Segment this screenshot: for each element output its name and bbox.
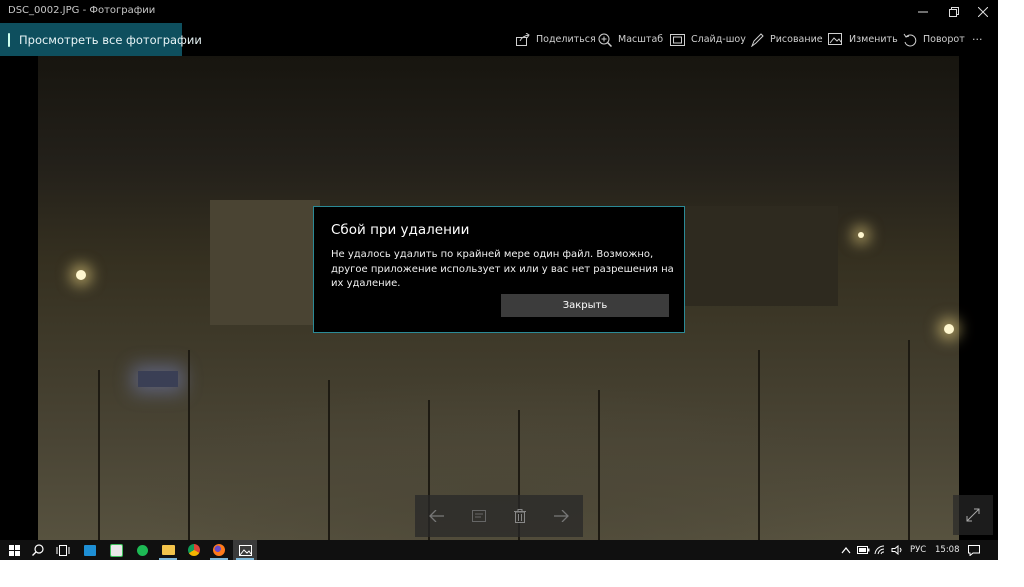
- tree: [328, 380, 330, 540]
- rotate-button[interactable]: Поворот: [903, 23, 965, 56]
- more-icon: ···: [972, 33, 983, 46]
- store-icon: [84, 544, 96, 556]
- taskbar-file-explorer[interactable]: [156, 540, 180, 560]
- zoom-icon: [598, 33, 612, 47]
- draw-button[interactable]: Рисование: [750, 23, 823, 56]
- photos-app-icon: [238, 544, 252, 556]
- close-window-button[interactable]: [968, 0, 998, 23]
- notifications-button[interactable]: [968, 540, 980, 560]
- expand-icon: [966, 508, 980, 522]
- firefox-icon: [213, 544, 225, 556]
- battery-indicator[interactable]: [857, 540, 870, 560]
- building-right: [678, 206, 838, 306]
- edit-image-icon: [828, 33, 842, 45]
- photos-window: DSC_0002.JPG - Фотографии Просмотреть вс…: [0, 0, 998, 540]
- photo-nav-bar: [415, 495, 583, 537]
- taskbar-chrome[interactable]: [182, 540, 206, 560]
- chrome-icon: [188, 544, 200, 556]
- search-button[interactable]: [26, 540, 50, 560]
- battery-icon: [857, 546, 870, 554]
- view-all-label: Просмотреть все фотографии: [19, 32, 202, 47]
- zoom-label: Масштаб: [618, 34, 664, 45]
- draw-label: Рисование: [770, 34, 823, 45]
- pen-icon: [751, 32, 764, 47]
- title-bar: DSC_0002.JPG - Фотографии: [0, 0, 998, 23]
- delete-icon[interactable]: [513, 509, 526, 523]
- taskbar-firefox[interactable]: [207, 540, 231, 560]
- show-hidden-icons[interactable]: [841, 540, 851, 560]
- taskbar-whatsapp[interactable]: [104, 540, 128, 560]
- rotate-label: Поворот: [923, 34, 965, 45]
- minimize-button[interactable]: [908, 0, 938, 23]
- bus-stop: [138, 371, 178, 387]
- next-arrow-icon[interactable]: [553, 510, 570, 522]
- slideshow-icon: [670, 33, 685, 46]
- tree: [758, 350, 760, 540]
- street-light: [944, 324, 954, 334]
- wifi-indicator[interactable]: [874, 540, 887, 560]
- street-light: [858, 232, 864, 238]
- share-label: Поделиться: [536, 34, 596, 45]
- taskbar-spotify[interactable]: [130, 540, 154, 560]
- action-center-icon: [968, 544, 980, 556]
- minimize-icon: [918, 11, 928, 12]
- task-view-icon: [56, 544, 70, 556]
- wifi-icon: [874, 545, 885, 555]
- edit-button[interactable]: Изменить: [828, 23, 898, 56]
- slideshow-label: Слайд-шоу: [691, 34, 746, 45]
- tree: [908, 340, 910, 540]
- tree: [188, 350, 190, 540]
- dialog-title: Сбой при удалении: [331, 222, 470, 238]
- dialog-message: Не удалось удалить по крайней мере один …: [331, 249, 674, 289]
- dialog-close-button[interactable]: Закрыть: [501, 294, 669, 317]
- app-toolbar: Просмотреть все фотографии Поделиться Ма…: [0, 23, 998, 56]
- edit-label: Изменить: [849, 34, 898, 45]
- share-icon: [516, 33, 530, 46]
- speaker-icon: [891, 545, 902, 555]
- info-icon[interactable]: [472, 510, 487, 522]
- street-light: [76, 270, 86, 280]
- task-view-button[interactable]: [51, 540, 75, 560]
- fullscreen-button[interactable]: [953, 495, 993, 535]
- tree: [98, 370, 100, 540]
- language-indicator[interactable]: РУС: [910, 540, 926, 560]
- start-button[interactable]: [2, 540, 26, 560]
- taskbar: РУС 15:08: [0, 540, 998, 560]
- spotify-icon: [136, 544, 148, 556]
- chevron-up-icon: [841, 546, 851, 553]
- close-icon: [978, 6, 988, 17]
- search-icon: [32, 544, 44, 556]
- tree: [598, 390, 600, 540]
- whatsapp-icon: [109, 543, 123, 557]
- previous-arrow-icon[interactable]: [428, 510, 445, 522]
- photo-icon: [8, 32, 10, 47]
- slideshow-button[interactable]: Слайд-шоу: [670, 23, 746, 56]
- delete-error-dialog: Сбой при удалении Не удалось удалить по …: [313, 206, 685, 333]
- clock[interactable]: 15:08: [935, 540, 960, 560]
- taskbar-store[interactable]: [78, 540, 102, 560]
- more-options-button[interactable]: ···: [972, 23, 983, 56]
- rotate-icon: [903, 33, 917, 46]
- window-title: DSC_0002.JPG - Фотографии: [8, 5, 156, 16]
- view-all-photos-button[interactable]: Просмотреть все фотографии: [0, 23, 202, 56]
- folder-icon: [161, 545, 175, 555]
- building-left: [210, 200, 320, 325]
- maximize-button[interactable]: [939, 0, 969, 23]
- share-button[interactable]: Поделиться: [516, 23, 596, 56]
- taskbar-photos[interactable]: [233, 540, 257, 560]
- zoom-button[interactable]: Масштаб: [598, 23, 663, 56]
- volume-indicator[interactable]: [891, 540, 903, 560]
- restore-icon: [949, 6, 959, 17]
- windows-logo-icon: [8, 544, 20, 556]
